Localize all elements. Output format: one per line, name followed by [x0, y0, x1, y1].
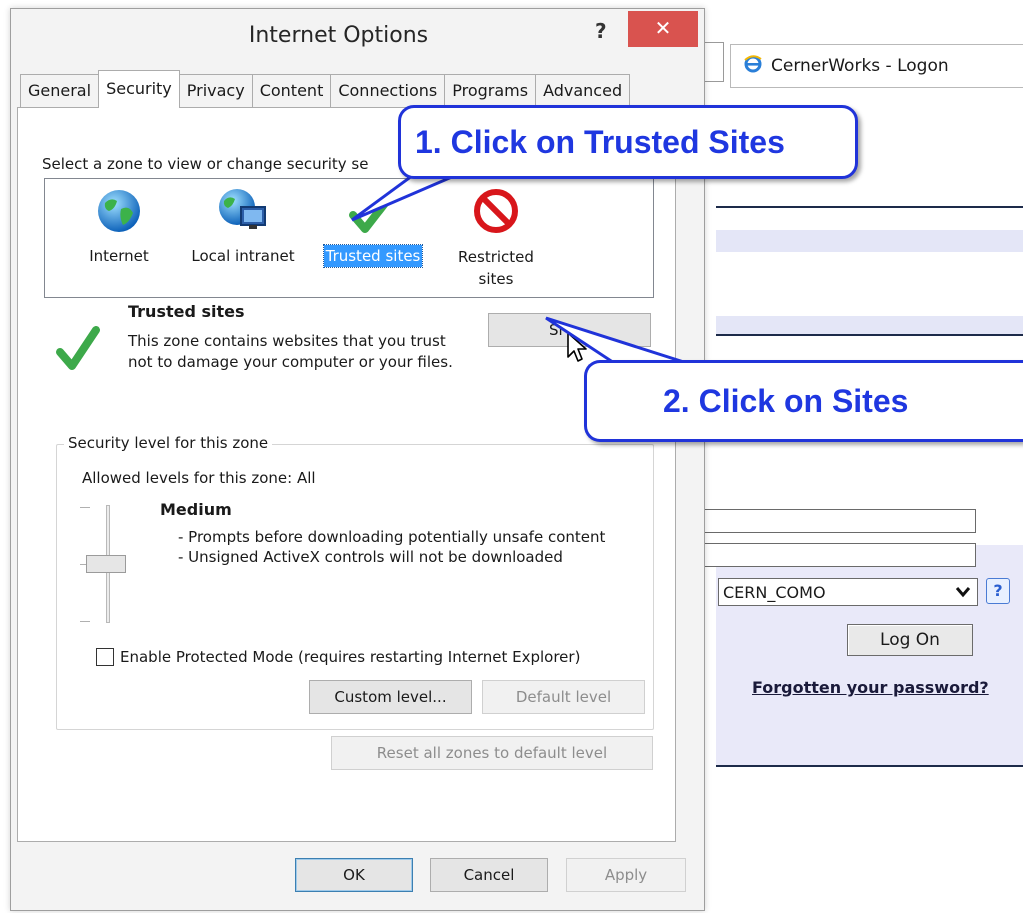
- protected-mode-checkbox[interactable]: [96, 648, 114, 666]
- no-entry-icon: [441, 187, 551, 240]
- zone-prompt: Select a zone to view or change security…: [42, 155, 369, 173]
- level-description: - Prompts before downloading potentially…: [178, 527, 608, 567]
- zone-title: Trusted sites: [128, 302, 245, 321]
- tab-privacy[interactable]: Privacy: [178, 74, 253, 108]
- level-bullet: - Unsigned ActiveX controls will not be …: [178, 548, 563, 566]
- zone-label: Local intranet: [191, 247, 295, 265]
- slider-tick: [80, 621, 90, 622]
- address-bar[interactable]: [702, 42, 724, 82]
- tab-content[interactable]: Content: [251, 74, 332, 108]
- password-field[interactable]: [700, 543, 976, 567]
- domain-select[interactable]: CERN_COMO: [718, 578, 978, 606]
- forgot-password-link[interactable]: Forgotten your password?: [752, 678, 989, 697]
- protected-mode-option[interactable]: Enable Protected Mode (requires restarti…: [96, 648, 580, 666]
- reset-all-zones-button[interactable]: Reset all zones to default level: [331, 736, 653, 770]
- zone-local-intranet[interactable]: Local intranet: [179, 187, 307, 267]
- header-band: [716, 230, 1023, 252]
- security-level-slider-thumb[interactable]: [86, 555, 126, 573]
- zone-label-selected: Trusted sites: [322, 244, 424, 268]
- zone-internet[interactable]: Internet: [69, 187, 169, 267]
- ie-icon: [743, 54, 763, 79]
- zone-trusted-sites[interactable]: Trusted sites: [313, 187, 433, 268]
- protected-mode-label: Enable Protected Mode (requires restarti…: [120, 648, 581, 666]
- domain-select-value: CERN_COMO: [723, 582, 826, 602]
- custom-level-button[interactable]: Custom level...: [309, 680, 472, 714]
- cancel-button[interactable]: Cancel: [430, 858, 548, 892]
- tab-strip: General Security Privacy Content Connect…: [20, 70, 631, 108]
- globe-icon: [69, 187, 169, 239]
- help-icon[interactable]: ?: [595, 19, 607, 43]
- callout-click-sites: 2. Click on Sites: [584, 360, 1023, 442]
- tab-general[interactable]: General: [20, 74, 100, 108]
- default-level-button[interactable]: Default level: [482, 680, 645, 714]
- divider: [716, 206, 1023, 208]
- browser-tab-title: CernerWorks - Logon: [771, 56, 949, 76]
- callout-click-trusted-sites: 1. Click on Trusted Sites: [398, 105, 858, 179]
- apply-button[interactable]: Apply: [566, 858, 686, 892]
- tab-connections[interactable]: Connections: [330, 74, 446, 108]
- level-bullet: - Prompts before downloading potentially…: [178, 528, 606, 546]
- close-button[interactable]: ✕: [628, 11, 698, 47]
- mouse-cursor-icon: [566, 331, 588, 367]
- security-level-legend: Security level for this zone: [64, 434, 273, 452]
- tab-security[interactable]: Security: [98, 70, 180, 108]
- zone-restricted-sites[interactable]: Restricted sites: [441, 187, 551, 290]
- zone-label-line2: sites: [478, 270, 514, 288]
- slider-tick: [80, 507, 90, 508]
- zone-label: Internet: [89, 247, 149, 265]
- level-name: Medium: [160, 500, 232, 519]
- tab-advanced[interactable]: Advanced: [535, 74, 631, 108]
- trusted-sites-check-icon: [56, 326, 100, 376]
- divider: [716, 334, 1023, 336]
- allowed-levels-label: Allowed levels for this zone: All: [82, 469, 316, 487]
- log-on-button[interactable]: Log On: [847, 624, 973, 656]
- ok-button[interactable]: OK: [295, 858, 413, 892]
- header-band: [716, 316, 1023, 334]
- zone-description: This zone contains websites that you tru…: [128, 332, 453, 371]
- tab-programs[interactable]: Programs: [444, 74, 537, 108]
- green-check-icon: [313, 187, 433, 239]
- intranet-icon: [179, 187, 307, 239]
- zone-list: Internet Local intranet Trusted sites Re…: [44, 178, 654, 298]
- zone-label: Restricted: [458, 248, 534, 266]
- help-button[interactable]: ?: [986, 578, 1010, 604]
- chevron-down-icon: [955, 583, 971, 602]
- username-field[interactable]: [700, 509, 976, 533]
- browser-tab[interactable]: CernerWorks - Logon: [730, 44, 1023, 88]
